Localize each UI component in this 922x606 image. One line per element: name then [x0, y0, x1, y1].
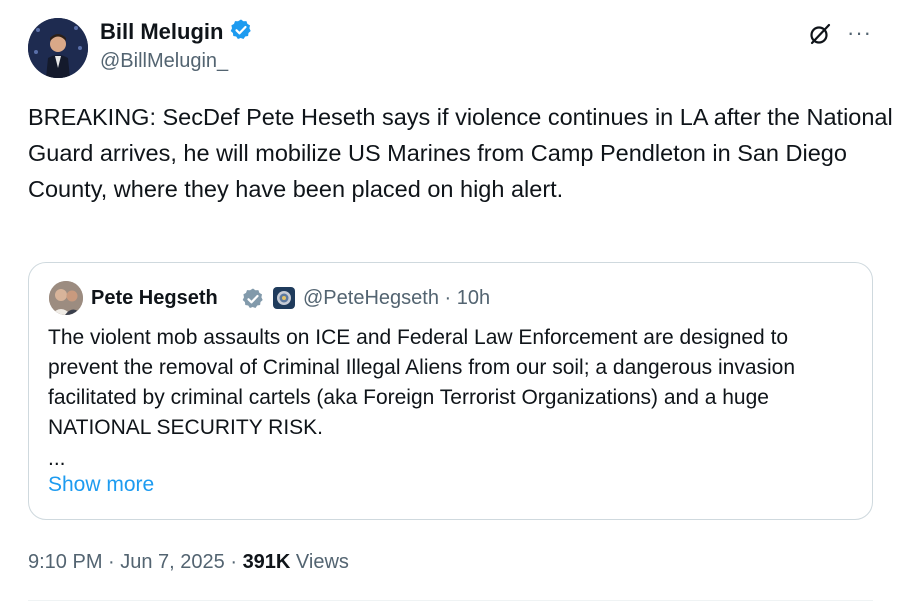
author-handle[interactable]: @BillMelugin_ — [100, 50, 228, 73]
quote-handle-time[interactable]: @PeteHegseth · 10h — [303, 287, 490, 310]
views-label: Views — [290, 551, 349, 573]
tweet-meta: 9:10 PM · Jun 7, 2025 · 391K Views — [28, 551, 349, 574]
quote-avatar-image — [49, 281, 83, 315]
quote-ellipsis: ... — [48, 447, 66, 470]
quote-author-handle[interactable]: @PeteHegseth — [303, 287, 439, 309]
government-affiliation-icon[interactable] — [273, 287, 295, 309]
quote-author-name[interactable]: Pete Hegseth — [91, 287, 218, 310]
verified-badge-icon[interactable] — [229, 18, 253, 48]
grok-icon[interactable] — [808, 22, 832, 46]
tweet-text: BREAKING: SecDef Pete Heseth says if vio… — [28, 104, 893, 202]
author-name-row[interactable]: Bill Melugin — [100, 18, 253, 48]
quote-verified-badge-icon[interactable] — [241, 287, 265, 316]
more-icon[interactable]: ··· — [847, 20, 872, 46]
author-avatar-image — [28, 18, 88, 78]
quote-text: The violent mob assaults on ICE and Fede… — [48, 326, 796, 439]
quoted-tweet-card[interactable]: Pete Hegseth @PeteHegseth · 10h The viol… — [28, 262, 873, 520]
quote-timestamp[interactable]: · 10h — [445, 287, 491, 309]
author-name[interactable]: Bill Melugin — [100, 19, 223, 44]
tweet-datetime[interactable]: 9:10 PM · Jun 7, 2025 · — [28, 551, 243, 573]
divider — [28, 600, 873, 601]
quote-author-avatar[interactable] — [49, 281, 83, 315]
views-count: 391K — [242, 551, 291, 573]
author-avatar[interactable] — [28, 18, 88, 78]
show-more-link[interactable]: Show more — [48, 473, 154, 497]
